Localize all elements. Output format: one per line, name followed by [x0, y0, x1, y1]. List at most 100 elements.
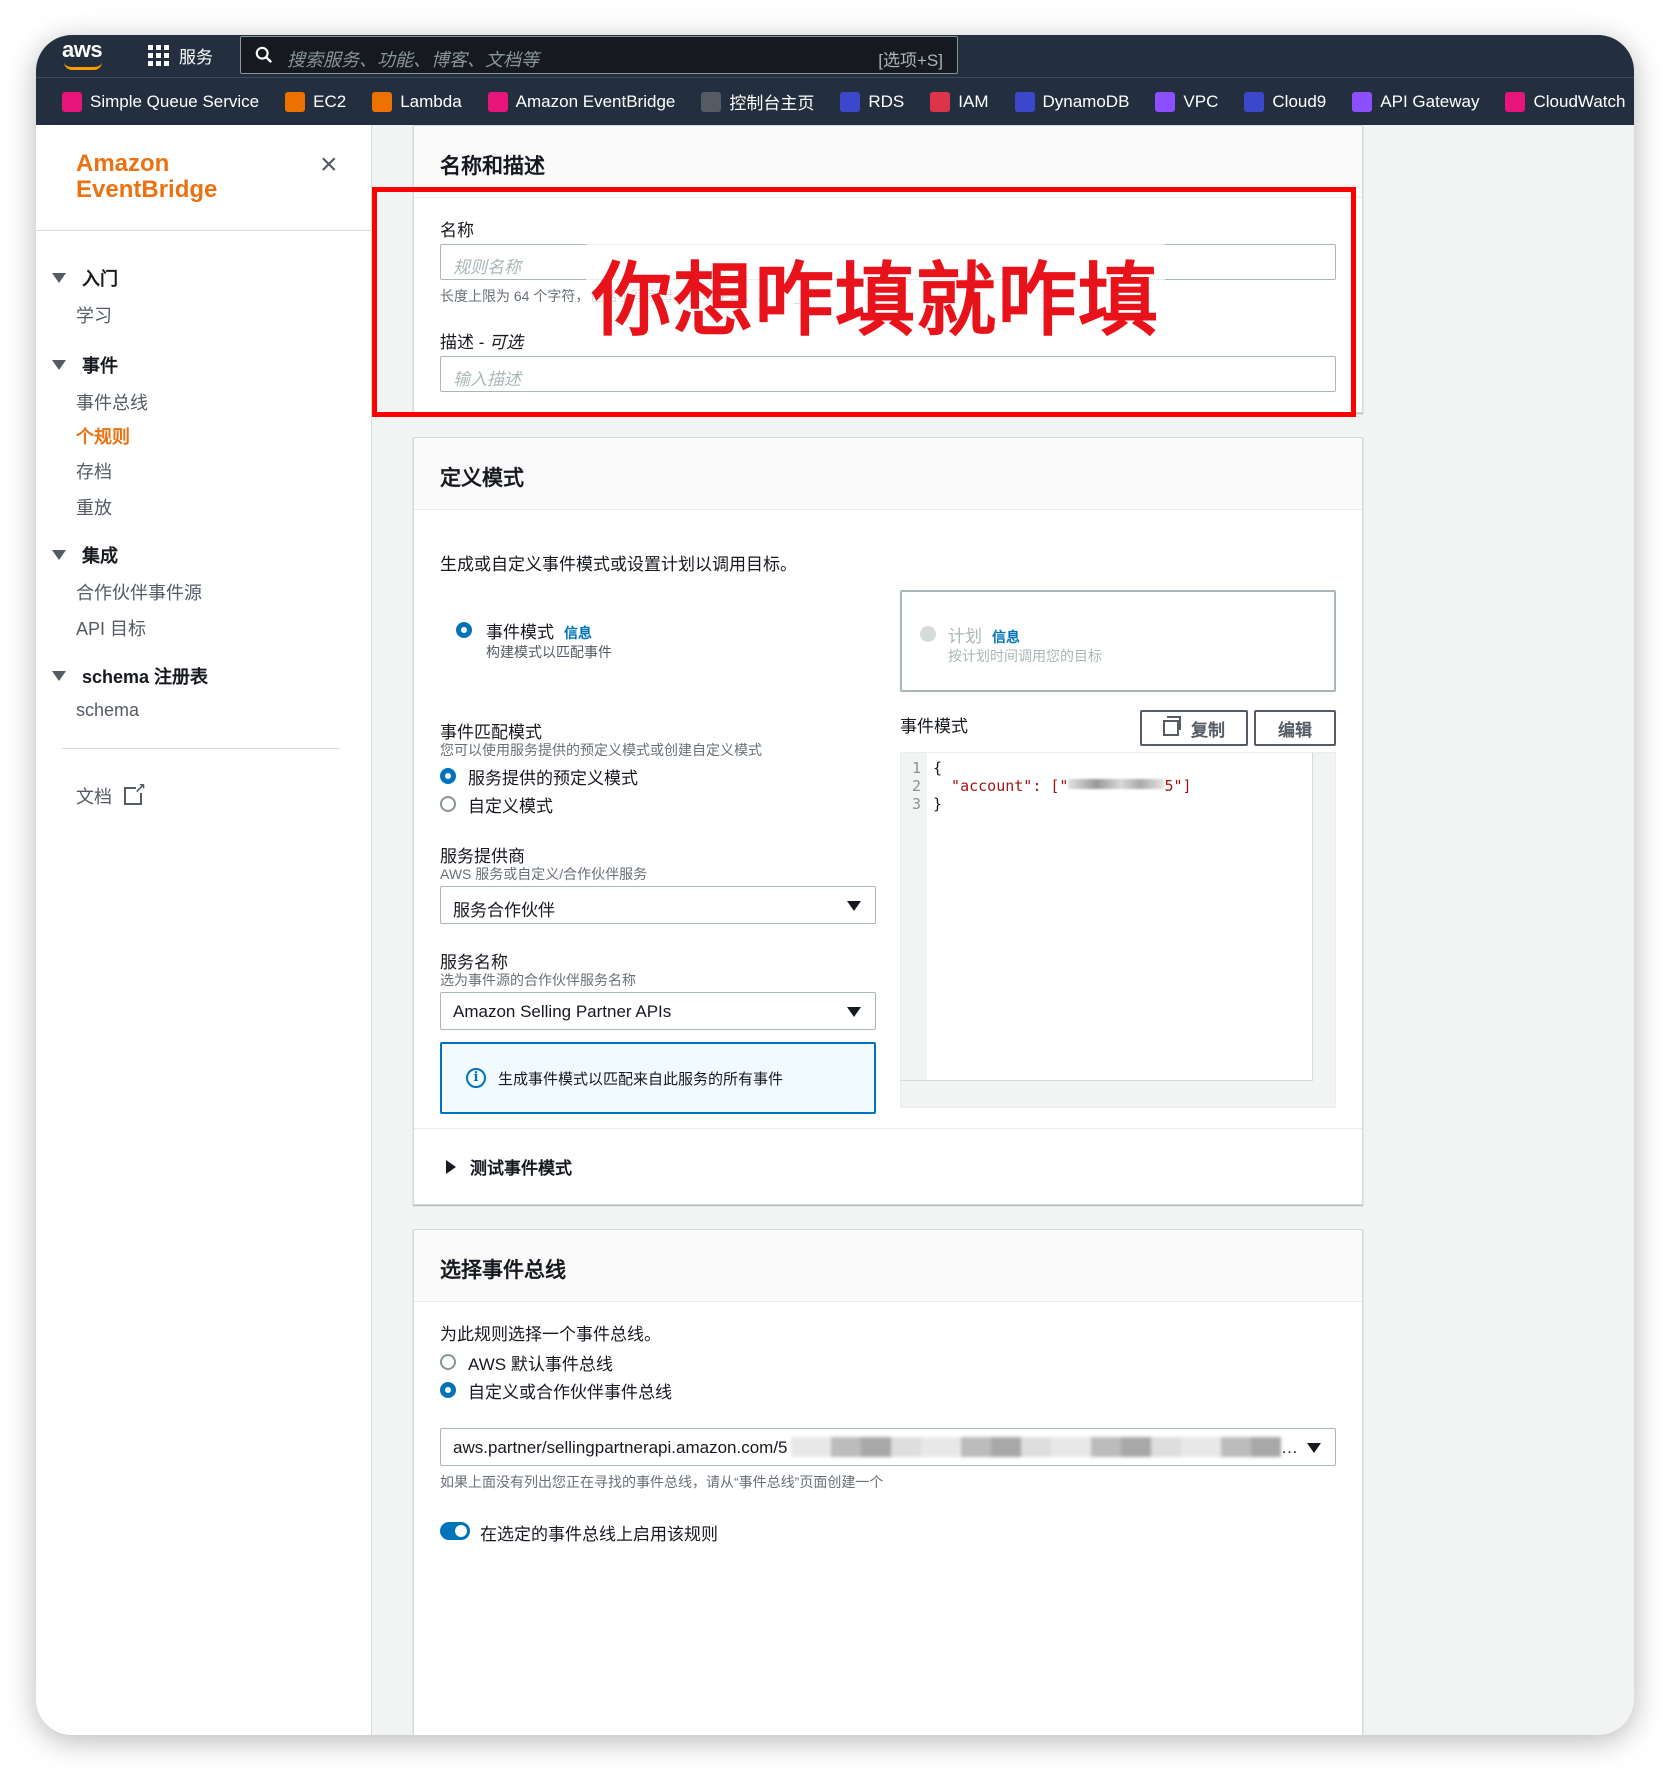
edit-label: 编辑 [1278, 720, 1312, 740]
event-pattern-radio[interactable] [456, 622, 472, 638]
define-pattern-panel: 定义模式 生成或自定义事件模式或设置计划以调用目标。 事件模式 信息 构建模式以匹… [413, 437, 1363, 1205]
aws-logo[interactable]: aws [62, 37, 103, 63]
favorite-vpc[interactable]: VPC [1155, 91, 1219, 112]
info-icon: i [466, 1068, 486, 1088]
code-line-1: { [933, 759, 943, 777]
event-bus-value: aws.partner/sellingpartnerapi.amazon.com… [453, 1438, 788, 1457]
service-name-select[interactable]: Amazon Selling Partner APIs [440, 992, 876, 1030]
caret-down-icon [52, 273, 66, 283]
event-bus-select[interactable]: aws.partner/sellingpartnerapi.amazon.com… [440, 1428, 1336, 1466]
schedule-option-card[interactable]: 计划 信息 按计划时间调用您的目标 [900, 590, 1336, 692]
event-bus-ellipsis: … [1281, 1438, 1298, 1457]
info-link[interactable]: 信息 [992, 629, 1020, 645]
custom-pattern-radio[interactable] [440, 796, 456, 812]
favorite-sqs[interactable]: Simple Queue Service [62, 91, 259, 112]
sqs-icon [62, 91, 82, 112]
info-alert: i 生成事件模式以匹配来自此服务的所有事件 [440, 1042, 876, 1114]
sidebar-item-schema[interactable]: schema [76, 700, 139, 721]
code-line-3: } [933, 795, 943, 813]
sidebar-section-integration[interactable]: 集成 [52, 542, 118, 568]
sidebar-item-rules[interactable]: 个规则 [76, 423, 130, 449]
custom-pattern-label[interactable]: 自定义模式 [468, 792, 553, 817]
copy-icon [1163, 716, 1181, 736]
service-name-value: Amazon Selling Partner APIs [453, 1002, 672, 1021]
schedule-radio[interactable] [920, 626, 936, 642]
ec2-icon [285, 91, 306, 112]
sidebar-docs-link[interactable]: 文档 [76, 780, 146, 809]
custom-bus-radio[interactable] [440, 1382, 456, 1398]
favorite-label: VPC [1183, 91, 1219, 111]
caret-down-icon [52, 550, 66, 560]
sidebar-item-partner-event-sources[interactable]: 合作伙伴事件源 [76, 579, 202, 605]
sidebar-section-label: 事件 [82, 356, 118, 376]
cloudwatch-icon [1505, 91, 1526, 112]
favorite-iam[interactable]: IAM [930, 91, 989, 112]
favorite-rds[interactable]: RDS [840, 91, 904, 112]
sidebar-item-event-buses[interactable]: 事件总线 [76, 389, 148, 415]
provider-hint: AWS 服务或自定义/合作伙伴服务 [440, 866, 648, 882]
sidebar-title[interactable]: Amazon EventBridge [76, 151, 217, 203]
rds-icon [840, 91, 861, 112]
sidebar-item-replays[interactable]: 重放 [76, 494, 112, 520]
search-placeholder: 搜索服务、功能、博客、文档等 [287, 50, 539, 70]
iam-icon [930, 91, 951, 112]
favorite-label: IAM [958, 91, 989, 111]
favorite-eventbridge[interactable]: Amazon EventBridge [487, 91, 675, 112]
sidebar-section-label: 集成 [82, 546, 118, 566]
edit-button[interactable]: 编辑 [1254, 710, 1336, 746]
favorite-cloudwatch[interactable]: CloudWatch [1505, 91, 1625, 112]
favorite-cloud9[interactable]: Cloud9 [1244, 91, 1326, 112]
console-home-icon [701, 91, 722, 112]
favorite-label: Lambda [400, 91, 462, 111]
annotation-text: 你想咋填就咋填 [586, 236, 1165, 352]
panel-title: 选择事件总线 [414, 1230, 1362, 1302]
default-bus-label[interactable]: AWS 默认事件总线 [468, 1350, 613, 1375]
sidebar-item-archives[interactable]: 存档 [76, 458, 112, 484]
test-pattern-label: 测试事件模式 [470, 1159, 572, 1178]
caret-down-icon [847, 1007, 861, 1017]
predefined-pattern-label[interactable]: 服务提供的预定义模式 [468, 764, 638, 789]
lambda-icon [372, 91, 393, 112]
event-pattern-desc: 构建模式以匹配事件 [486, 644, 612, 660]
info-link[interactable]: 信息 [564, 625, 592, 641]
redacted-value [1068, 779, 1165, 789]
event-bus-hint: 如果上面没有列出您正在寻找的事件总线，请从“事件总线”页面创建一个 [440, 1474, 884, 1490]
sidebar-item-api-destinations[interactable]: API 目标 [76, 615, 146, 641]
sidebar-item-learn[interactable]: 学习 [76, 302, 112, 328]
test-pattern-expander[interactable]: 测试事件模式 [446, 1154, 572, 1179]
aws-logo-smile [64, 62, 102, 70]
custom-bus-label[interactable]: 自定义或合作伙伴事件总线 [468, 1378, 672, 1403]
favorite-console-home[interactable]: 控制台主页 [701, 89, 814, 114]
sidebar-section-events[interactable]: 事件 [52, 352, 118, 378]
close-icon[interactable]: × [320, 150, 338, 180]
info-alert-text: 生成事件模式以匹配来自此服务的所有事件 [498, 1071, 784, 1088]
event-pattern-title: 事件模式 [900, 717, 968, 736]
sidebar: Amazon EventBridge × 入门 学习 事件 事件总线 个规则 存… [36, 125, 372, 1735]
event-pattern-editor[interactable]: 123 { "account": [" 5"] } [901, 753, 1313, 1081]
search-input[interactable]: 搜索服务、功能、博客、文档等 [选项+S] [240, 36, 958, 74]
provider-value: 服务合作伙伴 [453, 901, 555, 920]
default-bus-radio[interactable] [440, 1354, 456, 1370]
sidebar-section-label: schema 注册表 [82, 667, 209, 687]
schedule-option-label: 计划 信息 [948, 627, 1020, 646]
bus-intro: 为此规则选择一个事件总线。 [440, 1325, 661, 1344]
favorite-ec2[interactable]: EC2 [285, 91, 347, 112]
pattern-intro: 生成或自定义事件模式或设置计划以调用目标。 [440, 555, 797, 574]
code-line-2: "account": [" [933, 777, 1069, 795]
caret-right-icon [446, 1159, 456, 1174]
enable-rule-toggle[interactable] [440, 1522, 470, 1540]
event-pattern-option[interactable]: 事件模式 信息 [486, 618, 592, 643]
services-menu-button[interactable]: 服务 [148, 43, 213, 68]
favorite-label: EC2 [313, 91, 347, 111]
eventbridge-icon [487, 91, 508, 112]
favorite-api-gateway[interactable]: API Gateway [1352, 91, 1479, 112]
favorite-dynamodb[interactable]: DynamoDB [1014, 91, 1129, 112]
predefined-pattern-radio[interactable] [440, 768, 456, 784]
search-shortcut: [选项+S] [878, 51, 943, 70]
sidebar-section-schema-registry[interactable]: schema 注册表 [52, 663, 208, 689]
provider-select[interactable]: 服务合作伙伴 [440, 886, 876, 924]
copy-button[interactable]: 复制 [1140, 710, 1248, 746]
services-label: 服务 [179, 48, 213, 67]
favorite-lambda[interactable]: Lambda [372, 91, 462, 112]
sidebar-section-getting-started[interactable]: 入门 [52, 265, 118, 291]
